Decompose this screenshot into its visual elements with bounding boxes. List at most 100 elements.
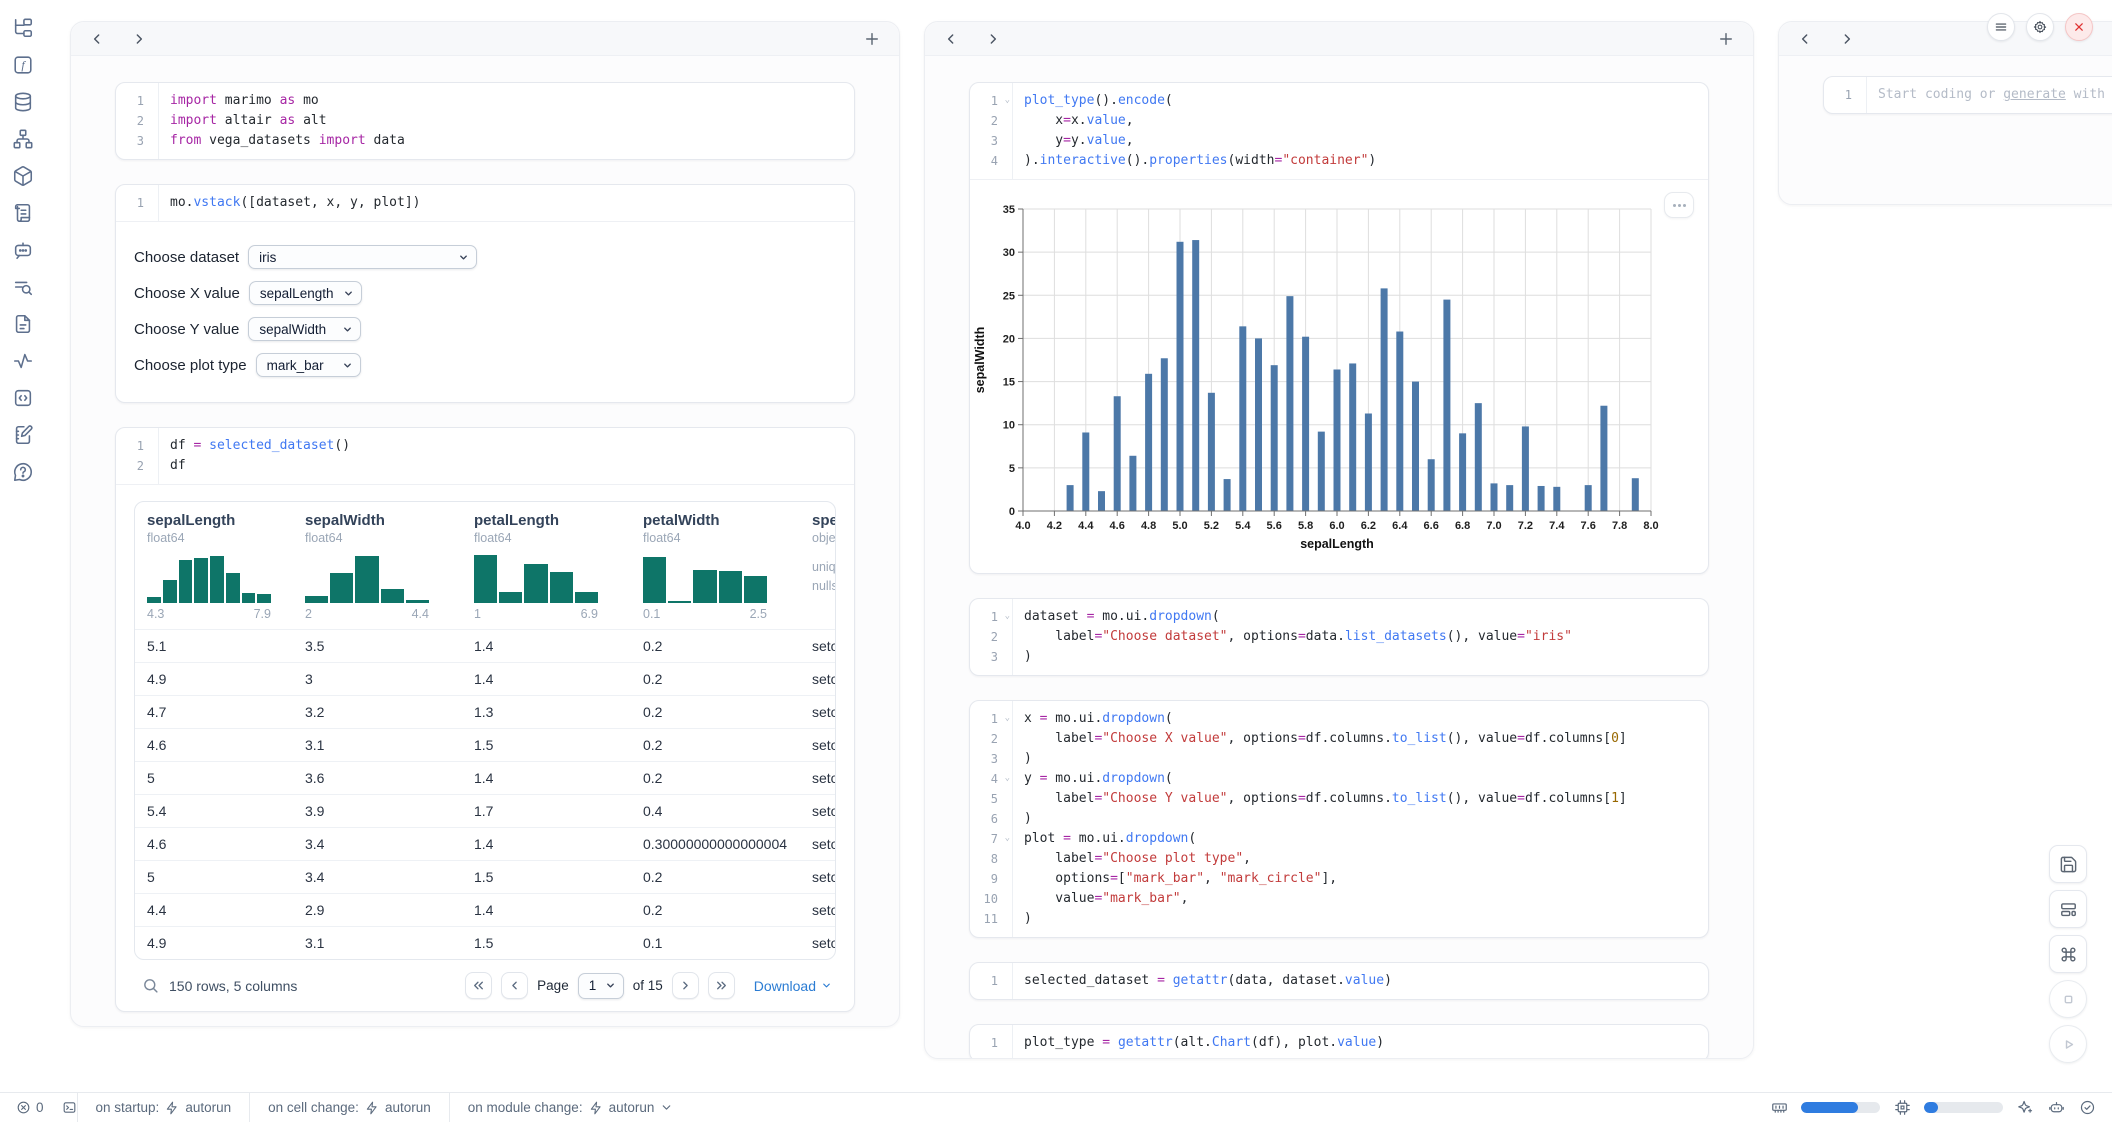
dataframe-cell: 1df = selected_dataset()2df sepalLengthf… [115,427,855,1012]
column-left-icon[interactable] [943,31,959,47]
selected-dataset-code-editor[interactable]: 1selected_dataset = getattr(data, datase… [970,963,1708,999]
svg-text:8.0: 8.0 [1643,520,1658,532]
column-right-icon[interactable] [985,31,1001,47]
chart-actions-icon[interactable] [1664,192,1694,218]
imports-code-editor[interactable]: 1import marimo as mo2import altair as al… [116,83,854,159]
column-left-icon[interactable] [89,31,105,47]
fold-chevron-icon[interactable]: ⌄ [1005,828,1010,848]
choose-plot-type-select[interactable]: mark_bar [256,353,361,377]
keyboard-shortcuts-button[interactable] [2049,935,2087,973]
table-row: 4.93.11.50.1setosa [135,926,835,959]
altair-bar-chart[interactable]: 4.04.24.44.64.85.05.25.45.65.86.06.26.46… [970,180,1709,568]
column-header-petalLength[interactable]: petalLengthfloat6416.9 [462,502,631,629]
on-startup-setting[interactable]: on startup: autorun [77,1093,250,1122]
controls-output: Choose datasetirisChoose X valuesepalLen… [116,221,854,402]
table-cell: 3.6 [293,770,462,786]
table-cell: 0.2 [631,704,800,720]
package-icon[interactable] [12,164,35,187]
chat-bot-icon[interactable] [12,238,35,261]
dropdown-label: Choose Y value [134,321,239,338]
layout-button[interactable] [2049,890,2087,928]
shutdown-icon[interactable] [2065,13,2093,41]
error-count-badge[interactable]: 0 [16,1100,44,1115]
notebook-column-1: 1import marimo as mo2import altair as al… [70,21,900,1027]
scroll-icon[interactable] [12,201,35,224]
settings-gear-icon[interactable] [2026,13,2054,41]
column-header-species[interactable]: speciesobjectunique:nulls: [800,502,835,629]
svg-text:7.0: 7.0 [1486,520,1501,532]
menu-icon[interactable] [1987,13,2015,41]
column-header-petalWidth[interactable]: petalWidthfloat640.12.5 [631,502,800,629]
svg-text:6.8: 6.8 [1455,520,1470,532]
column-right-icon[interactable] [131,31,147,47]
page-select[interactable]: 1 [578,973,624,999]
first-page-button[interactable] [465,972,492,999]
table-cell: 4.6 [135,737,293,753]
empty-code-editor[interactable]: 1 Start coding or generate with AI [1824,77,2112,113]
code-line: 1⌄x = mo.ui.dropdown( [970,709,1708,729]
choose-y-value-select[interactable]: sepalWidth [248,317,361,341]
download-button[interactable]: Download [754,978,832,994]
plot-type-code-editor[interactable]: 1plot_type = getattr(alt.Chart(df), plot… [970,1025,1708,1059]
chart-output: 4.04.24.44.64.85.05.25.45.65.86.06.26.46… [970,179,1708,573]
column-header-sepalLength[interactable]: sepalLengthfloat644.37.9 [135,502,293,629]
code-line: 7⌄plot = mo.ui.dropdown( [970,829,1708,849]
table-cell: 0.2 [631,638,800,654]
function-square-icon[interactable]: f [12,53,35,76]
search-icon[interactable] [142,977,159,994]
xy-plot-dropdown-code-editor[interactable]: 1⌄x = mo.ui.dropdown(2 label="Choose X v… [970,701,1708,937]
ai-sparkles-icon[interactable] [2016,1099,2034,1117]
control-row: Choose plot type mark_bar [134,352,854,378]
logs-search-icon[interactable] [12,275,35,298]
table-cell: 1.7 [462,803,631,819]
zap-icon [165,1101,179,1115]
stop-button[interactable] [2049,980,2087,1018]
snippets-icon[interactable] [12,386,35,409]
choose-x-value-select[interactable]: sepalLength [249,281,362,305]
choose-dataset-select[interactable]: iris [248,245,477,269]
save-button[interactable] [2049,845,2087,883]
add-cell-icon[interactable] [863,30,881,48]
terminal-icon[interactable] [62,1100,77,1115]
fold-chevron-icon[interactable]: ⌄ [1005,768,1010,788]
column-right-icon[interactable] [1839,31,1855,47]
database-icon[interactable] [12,90,35,113]
svg-text:4.2: 4.2 [1047,520,1062,532]
code-line: 2 label="Choose X value", options=df.col… [970,729,1708,749]
fold-chevron-icon[interactable]: ⌄ [1005,708,1010,728]
column-header-sepalWidth[interactable]: sepalWidthfloat6424.4 [293,502,462,629]
documentation-icon[interactable] [12,312,35,335]
plot-code-editor[interactable]: 1⌄plot_type().encode(2 x=x.value,3 y=y.v… [970,83,1708,179]
tracing-icon[interactable] [12,349,35,372]
file-tree-icon[interactable] [12,16,35,39]
line-number: 3 [116,131,158,151]
next-page-button[interactable] [672,972,699,999]
column-2-header [925,22,1753,56]
code-line: 3from vega_datasets import data [116,131,854,151]
memory-icon [1770,1099,1788,1117]
table-row: 4.63.41.40.30000000000000004setosa [135,827,835,860]
dataframe-code-editor[interactable]: 1df = selected_dataset()2df [116,428,854,484]
dependency-graph-icon[interactable] [12,127,35,150]
add-cell-icon[interactable] [1717,30,1735,48]
on-cell-change-setting[interactable]: on cell change: autorun [249,1093,449,1122]
prev-page-button[interactable] [501,972,528,999]
scratchpad-icon[interactable] [12,423,35,446]
column-left-icon[interactable] [1797,31,1813,47]
vstack-code-editor[interactable]: 1mo.vstack([dataset, x, y, plot]) [116,185,854,221]
on-module-change-setting[interactable]: on module change: autorun [449,1093,692,1122]
window-controls [1987,13,2093,41]
last-page-button[interactable] [708,972,735,999]
help-icon[interactable] [12,460,35,483]
table-cell: 1.4 [462,836,631,852]
dataset-dropdown-code-editor[interactable]: 1⌄dataset = mo.ui.dropdown(2 label="Choo… [970,599,1708,675]
fold-chevron-icon[interactable]: ⌄ [1005,606,1010,626]
run-button[interactable] [2049,1025,2087,1063]
copilot-bot-icon[interactable] [2047,1099,2065,1117]
fold-chevron-icon[interactable]: ⌄ [1005,90,1010,110]
dropdown-label: Choose plot type [134,357,247,374]
generate-link[interactable]: generate [2003,87,2066,102]
column-dtype: float64 [643,531,788,545]
svg-text:6.6: 6.6 [1424,520,1439,532]
connection-status-icon[interactable] [2078,1099,2096,1117]
